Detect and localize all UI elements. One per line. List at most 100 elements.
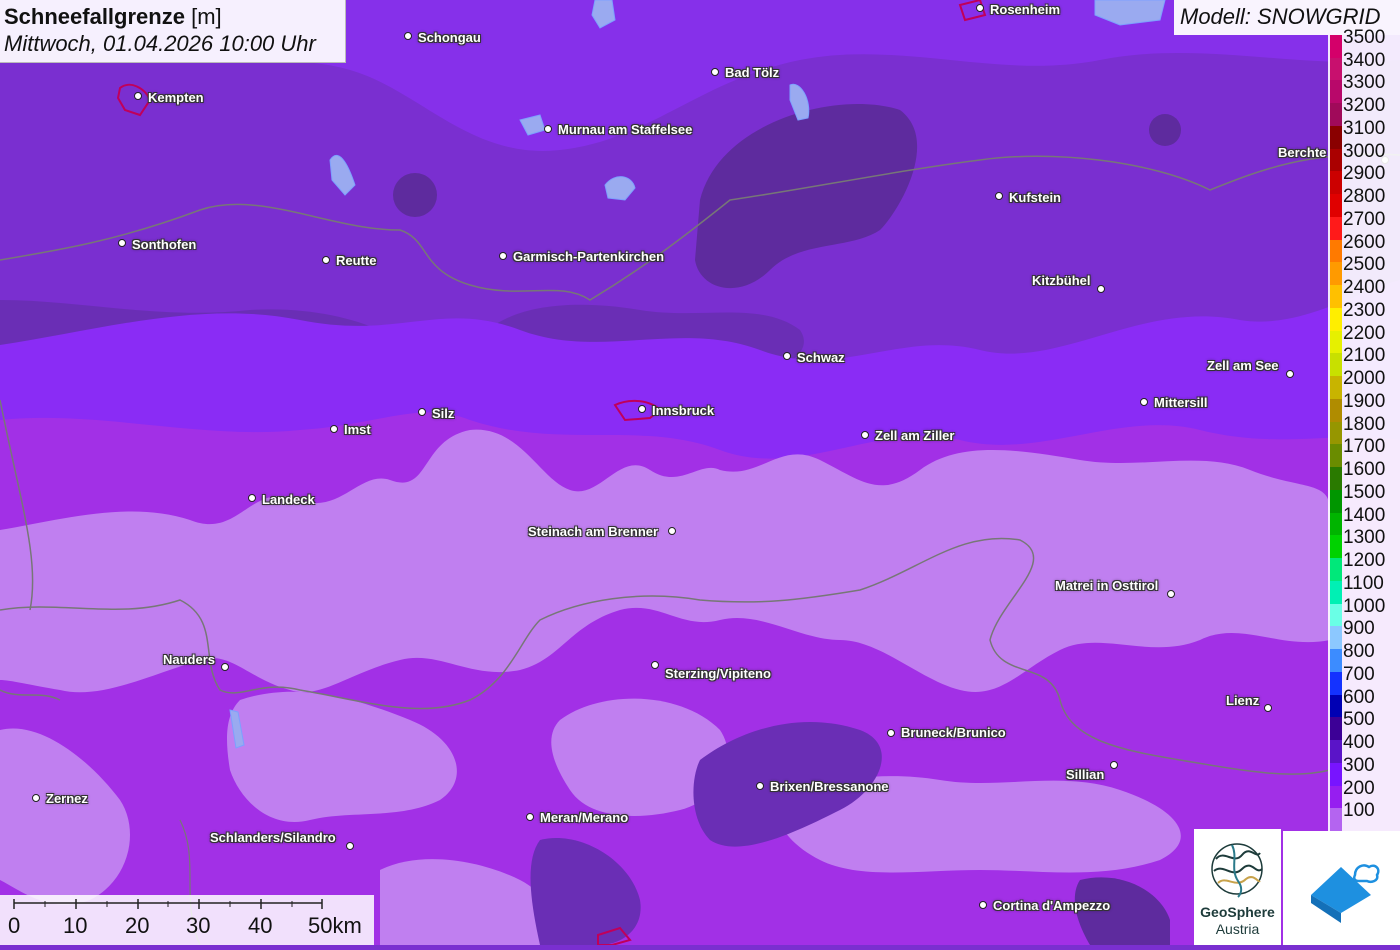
legend-row: 3000 — [1328, 140, 1400, 172]
scale-tick-20: 20 — [125, 913, 150, 938]
city-dot — [404, 32, 412, 40]
city-dot — [861, 431, 869, 439]
city-label-landeck: Landeck — [262, 492, 315, 507]
legend-row: 500 — [1328, 708, 1400, 741]
map-datetime: Mittwoch, 01.04.2026 10:00 Uhr — [4, 31, 316, 56]
legend-label: 3200 — [1343, 95, 1386, 117]
geosphere-emblem-icon — [1211, 843, 1263, 898]
city-dot — [651, 661, 659, 669]
legend-row: 1000 — [1328, 595, 1400, 627]
city-dot — [221, 663, 229, 671]
legend-row: 3200 — [1328, 94, 1400, 126]
city-dot — [1167, 590, 1175, 598]
city-label-kempten: Kempten — [148, 90, 204, 105]
city-dot — [544, 125, 552, 133]
legend-row: 800 — [1328, 640, 1400, 672]
map-title: Schneefallgrenze [m] — [4, 3, 341, 30]
city-dot — [756, 782, 764, 790]
legend-row: 400 — [1328, 731, 1400, 763]
scale-bar-line — [13, 899, 323, 909]
city-label-nauders: Nauders — [163, 652, 216, 667]
legend-label: 700 — [1343, 663, 1375, 685]
scale-tick-10: 10 — [63, 913, 88, 938]
city-label-murnau: Murnau am Staffelsee — [558, 122, 693, 137]
legend-row: 3400 — [1328, 49, 1400, 81]
legend-label: 1500 — [1343, 481, 1386, 503]
legend-row: 2600 — [1328, 231, 1400, 263]
scale-tick-30: 30 — [186, 913, 211, 938]
snowfall-line-map[interactable] — [0, 0, 1400, 945]
geosphere-logo[interactable]: GeoSphere Austria — [1194, 829, 1281, 945]
city-label-sonthofen: Sonthofen — [132, 237, 197, 252]
legend-label: 3300 — [1343, 72, 1386, 94]
city-label-brixen: Brixen/Bressanone — [770, 779, 889, 794]
legend-row: 3100 — [1328, 117, 1400, 149]
legend-label: 800 — [1343, 641, 1375, 663]
scale-tick-50km: 50km — [308, 913, 362, 938]
city-dot — [499, 252, 507, 260]
legend-label: 2400 — [1343, 277, 1386, 299]
city-label-meran: Meran/Merano — [540, 810, 629, 825]
legend-label: 100 — [1343, 800, 1375, 822]
color-legend: 3500 3400 3300 3200 3100 3000 2900 2800 2700 2600… — [1328, 27, 1400, 831]
city-dot — [1264, 704, 1272, 712]
legend-label: 1300 — [1343, 527, 1386, 549]
legend-row: 700 — [1328, 663, 1400, 695]
city-label-garmisch: Garmisch-Partenkirchen — [513, 249, 665, 264]
city-dot — [134, 92, 142, 100]
legend-label: 2300 — [1343, 299, 1386, 321]
legend-label: 3400 — [1343, 49, 1386, 71]
city-dot — [979, 901, 987, 909]
legend-row: 1900 — [1328, 390, 1400, 422]
legend-label: 1900 — [1343, 390, 1386, 412]
city-label-lienz: Lienz — [1226, 693, 1260, 708]
legend-row: 1500 — [1328, 481, 1400, 513]
weather-app-icon — [1311, 864, 1380, 923]
app-logo[interactable] — [1283, 831, 1400, 945]
city-dot — [1140, 398, 1148, 406]
legend-row: 600 — [1328, 686, 1400, 718]
legend-label: 200 — [1343, 777, 1375, 799]
zone-dark-4 — [393, 173, 437, 217]
city-label-schwaz: Schwaz — [797, 350, 845, 365]
city-dot — [418, 408, 426, 416]
city-dot — [887, 729, 895, 737]
legend-label: 2900 — [1343, 163, 1386, 185]
city-label-cortina: Cortina d'Ampezzo — [993, 898, 1111, 913]
title-unit: [m] — [191, 4, 222, 29]
legend-label: 3100 — [1343, 117, 1386, 139]
legend-label: 1600 — [1343, 459, 1386, 481]
legend-row: 2900 — [1328, 162, 1400, 195]
legend-label: 1400 — [1343, 504, 1386, 526]
legend-row: 2000 — [1328, 367, 1400, 399]
city-label-schongau: Schongau — [418, 30, 481, 45]
city-dot — [711, 68, 719, 76]
city-label-silz: Silz — [432, 406, 455, 421]
city-label-kufstein: Kufstein — [1009, 190, 1061, 205]
legend-row: 1300 — [1328, 526, 1400, 559]
legend-label: 2000 — [1343, 368, 1386, 390]
legend-label: 1000 — [1343, 595, 1386, 617]
city-label-schlanders: Schlanders/Silandro — [210, 830, 336, 845]
legend-row: 2500 — [1328, 253, 1400, 286]
legend-label: 400 — [1343, 732, 1375, 754]
legend-label: 1700 — [1343, 436, 1386, 458]
legend-row: 100 — [1328, 799, 1400, 831]
legend-row: 2400 — [1328, 276, 1400, 308]
city-dot — [346, 842, 354, 850]
geosphere-name: GeoSphere — [1200, 904, 1275, 920]
legend-label: 900 — [1343, 618, 1375, 640]
legend-row: 1200 — [1328, 549, 1400, 581]
city-label-bad-toelz: Bad Tölz — [725, 65, 780, 80]
geosphere-sub: Austria — [1215, 921, 1260, 937]
city-label-sterzing: Sterzing/Vipiteno — [665, 666, 771, 681]
city-dot — [1097, 285, 1105, 293]
legend-row: 2700 — [1328, 208, 1400, 240]
city-dot — [1110, 761, 1118, 769]
city-label-reutte: Reutte — [336, 253, 377, 268]
city-label-sillian: Sillian — [1066, 767, 1105, 782]
city-label-zell-am-ziller: Zell am Ziller — [875, 428, 955, 443]
city-label-zernez: Zernez — [46, 791, 88, 806]
legend-label: 500 — [1343, 709, 1375, 731]
city-label-imst: Imst — [344, 422, 371, 437]
